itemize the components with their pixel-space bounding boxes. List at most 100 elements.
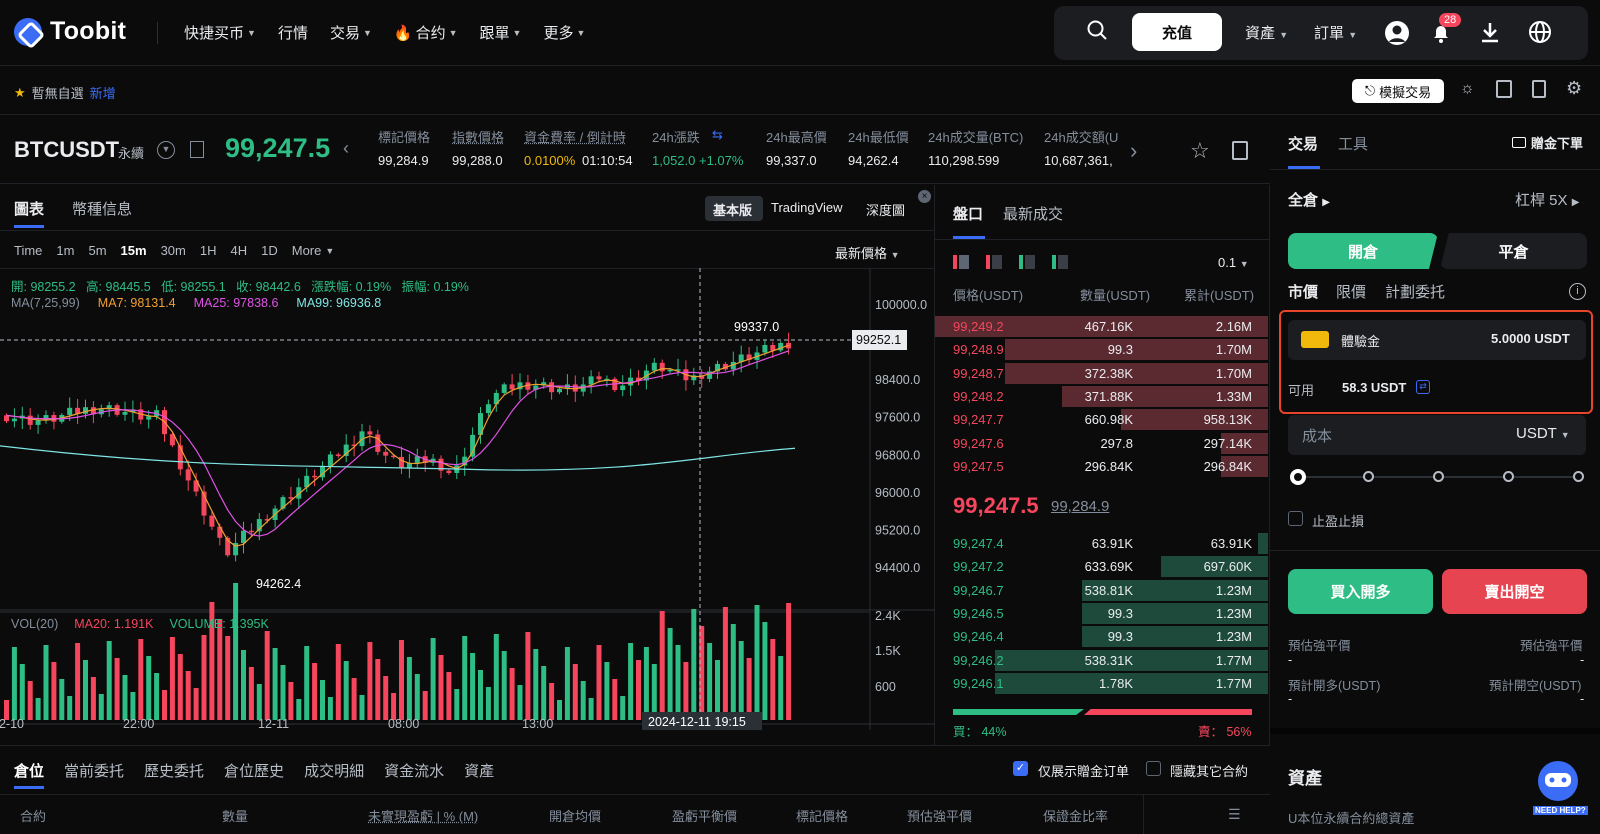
bid-row[interactable]: 99,247.2 633.69K 697.60K [935, 555, 1268, 578]
demo-trading-button[interactable]: ⎋ 模擬交易 [1352, 79, 1444, 103]
filter-icon[interactable]: ☰ [1228, 806, 1241, 823]
precision-select[interactable]: 0.1 ▼ [1218, 255, 1249, 270]
bottom-tab[interactable]: 倉位 [14, 760, 44, 781]
ask-row[interactable]: 99,247.6 297.8 297.14K [935, 432, 1268, 455]
tpsl-checkbox[interactable] [1288, 511, 1303, 526]
volume-bar [122, 675, 128, 720]
bid-row[interactable]: 99,246.5 99.3 1.23M [935, 602, 1268, 625]
ask-row[interactable]: 99,248.9 99.3 1.70M [935, 338, 1268, 361]
bid-row[interactable]: 99,246.2 538.31K 1.77M [935, 649, 1268, 672]
avatar-icon[interactable] [1385, 21, 1409, 45]
document-icon[interactable] [1532, 80, 1546, 98]
leverage[interactable]: 杠桿 5X ▶ [1515, 189, 1579, 210]
only-gift-checkbox[interactable]: ✓ [1013, 761, 1028, 776]
calculator-icon[interactable] [1496, 80, 1512, 98]
price-cell: 99,247.5 [953, 458, 1004, 474]
nav-copy-trade[interactable]: 跟單 ▼ [480, 22, 522, 43]
assets-menu[interactable]: 資產 ▼ [1245, 22, 1288, 43]
ask-row[interactable]: 99,248.2 371.88K 1.33M [935, 385, 1268, 408]
interval-5m[interactable]: 5m [88, 243, 106, 258]
buy-long-button[interactable]: 買入開多 [1288, 569, 1433, 614]
bottom-tab[interactable]: 當前委托 [64, 760, 124, 781]
volume-bar [588, 698, 594, 720]
bottom-tab[interactable]: 資產 [464, 760, 494, 781]
interval-time[interactable]: Time [14, 243, 42, 258]
interval-1m[interactable]: 1m [56, 243, 74, 258]
view-asks-icon[interactable] [986, 255, 1002, 269]
transfer-icon[interactable]: ⇄ [1416, 380, 1430, 394]
view-tradingview[interactable]: TradingView [771, 200, 843, 215]
theme-icon[interactable]: ☼ [1460, 80, 1475, 98]
interval-15m[interactable]: 15m [121, 243, 147, 258]
view-both-icon[interactable] [953, 255, 969, 269]
interval-1h[interactable]: 1H [200, 243, 217, 258]
interval-1d[interactable]: 1D [261, 243, 278, 258]
add-favorite-link[interactable]: 新增 [90, 83, 116, 102]
tab-trade[interactable]: 交易 [1288, 133, 1318, 154]
tab-tools[interactable]: 工具 [1338, 133, 1368, 154]
nav-markets[interactable]: 行情 [278, 22, 308, 43]
tab-chart[interactable]: 圖表 [14, 198, 44, 219]
brand-logo[interactable]: Toobit [14, 17, 126, 46]
sell-short-button[interactable]: 賣出開空 [1442, 569, 1587, 614]
order-type-limit[interactable]: 限價 [1336, 281, 1366, 302]
info-icon[interactable]: i [1569, 283, 1586, 300]
slider-step[interactable] [1503, 471, 1514, 482]
tab-orderbook[interactable]: 盤口 [953, 203, 983, 224]
interval-4h[interactable]: 4H [230, 243, 247, 258]
download-icon[interactable] [1480, 21, 1500, 43]
deposit-button[interactable]: 充值 [1132, 13, 1222, 51]
settings-gear-icon[interactable]: ⚙ [1566, 78, 1582, 99]
slider-step[interactable] [1363, 471, 1374, 482]
scroll-right-icon[interactable]: › [1130, 138, 1137, 164]
interval-30m[interactable]: 30m [161, 243, 186, 258]
view-basic[interactable]: 基本版 [713, 200, 752, 219]
orders-menu[interactable]: 訂單 ▼ [1314, 22, 1357, 43]
view-depth[interactable]: 深度圖 [866, 200, 905, 219]
cost-unit-select[interactable]: USDT ▼ [1516, 425, 1570, 442]
swap-icon[interactable]: ⇆ [712, 127, 723, 143]
bid-row[interactable]: 99,246.4 99.3 1.23M [935, 625, 1268, 648]
nav-more[interactable]: 更多 ▼ [543, 22, 585, 43]
order-type-market[interactable]: 市價 [1288, 281, 1318, 302]
search-icon[interactable] [1087, 20, 1107, 40]
ask-row[interactable]: 99,247.5 296.84K 296.84K [935, 455, 1268, 478]
ask-row[interactable]: 99,248.7 372.38K 1.70M [935, 362, 1268, 385]
candlestick-chart[interactable]: 100000.0 98400.0 97600.0 96800.0 96000.0 9520… [0, 268, 935, 746]
view-bids-icon[interactable] [1019, 255, 1035, 269]
slider-step[interactable] [1433, 471, 1444, 482]
slider-step[interactable] [1573, 471, 1584, 482]
bottom-tab[interactable]: 資金流水 [384, 760, 444, 781]
nav-trade[interactable]: 交易 ▼ [330, 22, 372, 43]
bid-row[interactable]: 99,246.7 538.81K 1.23M [935, 579, 1268, 602]
nav-quick-buy[interactable]: 快捷买币 ▼ [184, 22, 256, 43]
nav-futures[interactable]: 🔥 合约 ▼ [394, 22, 458, 43]
open-position-tab[interactable]: 開倉 [1288, 233, 1438, 269]
gift-order-button[interactable]: 贈金下單 [1512, 133, 1583, 152]
notes-icon[interactable] [1232, 141, 1248, 160]
tab-chart-underline [14, 225, 44, 228]
tab-coin-info[interactable]: 幣種信息 [72, 198, 132, 219]
close-position-tab[interactable]: 平倉 [1440, 233, 1587, 269]
ask-row[interactable]: 99,249.2 467.16K 2.16M [935, 315, 1268, 338]
view-alt-icon[interactable] [1052, 255, 1068, 269]
bottom-tab[interactable]: 歷史委托 [144, 760, 204, 781]
order-type-plan[interactable]: 計劃委托 [1385, 281, 1445, 302]
margin-mode[interactable]: 全倉 ▶ [1288, 189, 1330, 210]
hide-other-checkbox[interactable] [1146, 761, 1161, 776]
star-outline-icon[interactable]: ☆ [1190, 138, 1210, 164]
help-label[interactable]: NEED HELP? [1533, 806, 1588, 815]
slider-handle[interactable] [1290, 469, 1306, 485]
volume-bar [217, 619, 223, 720]
bottom-tab[interactable]: 倉位歷史 [224, 760, 284, 781]
close-icon[interactable]: × [918, 190, 931, 203]
tab-recent-trades[interactable]: 最新成交 [1003, 203, 1063, 224]
help-bot-icon[interactable] [1532, 757, 1584, 813]
bid-row[interactable]: 99,246.1 1.78K 1.77M [935, 672, 1268, 695]
interval-more[interactable]: More [292, 243, 322, 258]
globe-icon[interactable] [1528, 20, 1552, 44]
bottom-tab[interactable]: 成交明細 [304, 760, 364, 781]
ask-row[interactable]: 99,247.7 660.98K 958.13K [935, 408, 1268, 431]
price-type-select[interactable]: 最新價格 ▼ [835, 243, 900, 262]
bid-row[interactable]: 99,247.4 63.91K 63.91K [935, 532, 1268, 555]
